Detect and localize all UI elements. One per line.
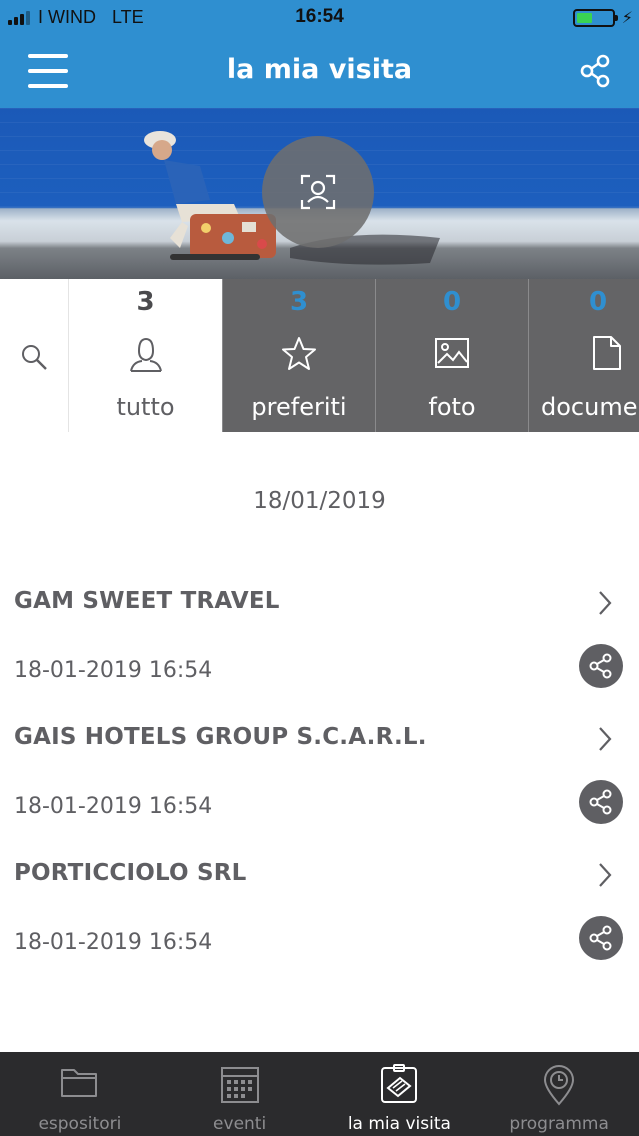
profile-scan-icon	[300, 174, 336, 210]
nav-label: la mia visita	[347, 1114, 451, 1134]
folder-icon	[60, 1069, 97, 1097]
share-button[interactable]	[579, 644, 623, 688]
chevron-right-icon[interactable]	[597, 726, 613, 752]
tab-label: preferiti	[251, 393, 347, 421]
share-button[interactable]	[579, 916, 623, 960]
date-heading: 18/01/2019	[253, 488, 386, 514]
nav-espositori[interactable]: espositori	[0, 1052, 160, 1136]
star-icon	[282, 337, 316, 370]
share-icon	[589, 789, 612, 815]
nav-eventi[interactable]: eventi	[160, 1052, 320, 1136]
chevron-right-icon[interactable]	[597, 590, 613, 616]
status-time: 16:54	[295, 6, 344, 27]
filter-tabs: 3 tutto 3 preferiti 0 foto 0 docume	[0, 279, 639, 432]
charging-icon: ⚡	[621, 8, 633, 27]
tab-label: tutto	[116, 393, 175, 421]
nav-label: programma	[509, 1114, 609, 1134]
status-bar: I WIND LTE 16:54 ⚡	[0, 0, 639, 34]
nav-la-mia-visita[interactable]: la mia visita	[320, 1052, 480, 1136]
image-icon	[435, 338, 469, 368]
share-icon[interactable]	[579, 54, 613, 88]
nav-programma[interactable]: programma	[479, 1052, 639, 1136]
tab-foto[interactable]: 0 foto	[375, 279, 528, 432]
person-icon	[129, 337, 162, 372]
battery-icon	[573, 9, 618, 27]
nav-label: eventi	[213, 1114, 267, 1134]
nav-label: espositori	[38, 1114, 122, 1134]
visit-timestamp: 18-01-2019 16:54	[14, 794, 213, 819]
exhibitor-name: PORTICCIOLO SRL	[14, 860, 247, 886]
exhibitor-name: GAM SWEET TRAVEL	[14, 588, 280, 614]
tab-label: docume	[541, 393, 638, 421]
search-icon	[22, 345, 47, 370]
chevron-right-icon[interactable]	[597, 862, 613, 888]
location-clock-icon	[544, 1065, 575, 1106]
profile-scan-button[interactable]	[262, 136, 374, 248]
calendar-icon	[220, 1067, 259, 1103]
search-button[interactable]	[0, 279, 69, 432]
tab-preferiti[interactable]: 3 preferiti	[222, 279, 375, 432]
tab-count: 0	[442, 287, 462, 317]
exhibitor-name: GAIS HOTELS GROUP S.C.A.R.L.	[14, 724, 427, 750]
badge-icon	[381, 1064, 418, 1103]
page-title: la mia visita	[226, 54, 413, 85]
share-button[interactable]	[579, 780, 623, 824]
share-icon	[589, 925, 612, 951]
tab-documenti[interactable]: 0 docume	[528, 279, 639, 432]
tab-count: 3	[136, 287, 155, 317]
tab-tutto[interactable]: 3 tutto	[69, 279, 222, 432]
document-icon	[593, 336, 621, 370]
app-header: la mia visita	[0, 34, 639, 108]
list-item[interactable]: PORTICCIOLO SRL 18-01-2019 16:54	[0, 860, 639, 996]
list-item[interactable]: GAM SWEET TRAVEL 18-01-2019 16:54	[0, 588, 639, 724]
visit-timestamp: 18-01-2019 16:54	[14, 658, 213, 683]
list-item[interactable]: GAIS HOTELS GROUP S.C.A.R.L. 18-01-2019 …	[0, 724, 639, 860]
tab-count: 3	[289, 287, 309, 317]
tab-label: foto	[428, 393, 476, 421]
bottom-navigation: espositori eventi la mia visita programm…	[0, 1052, 639, 1136]
share-icon	[589, 653, 612, 679]
tab-count: 0	[589, 287, 608, 317]
visit-timestamp: 18-01-2019 16:54	[14, 930, 213, 955]
